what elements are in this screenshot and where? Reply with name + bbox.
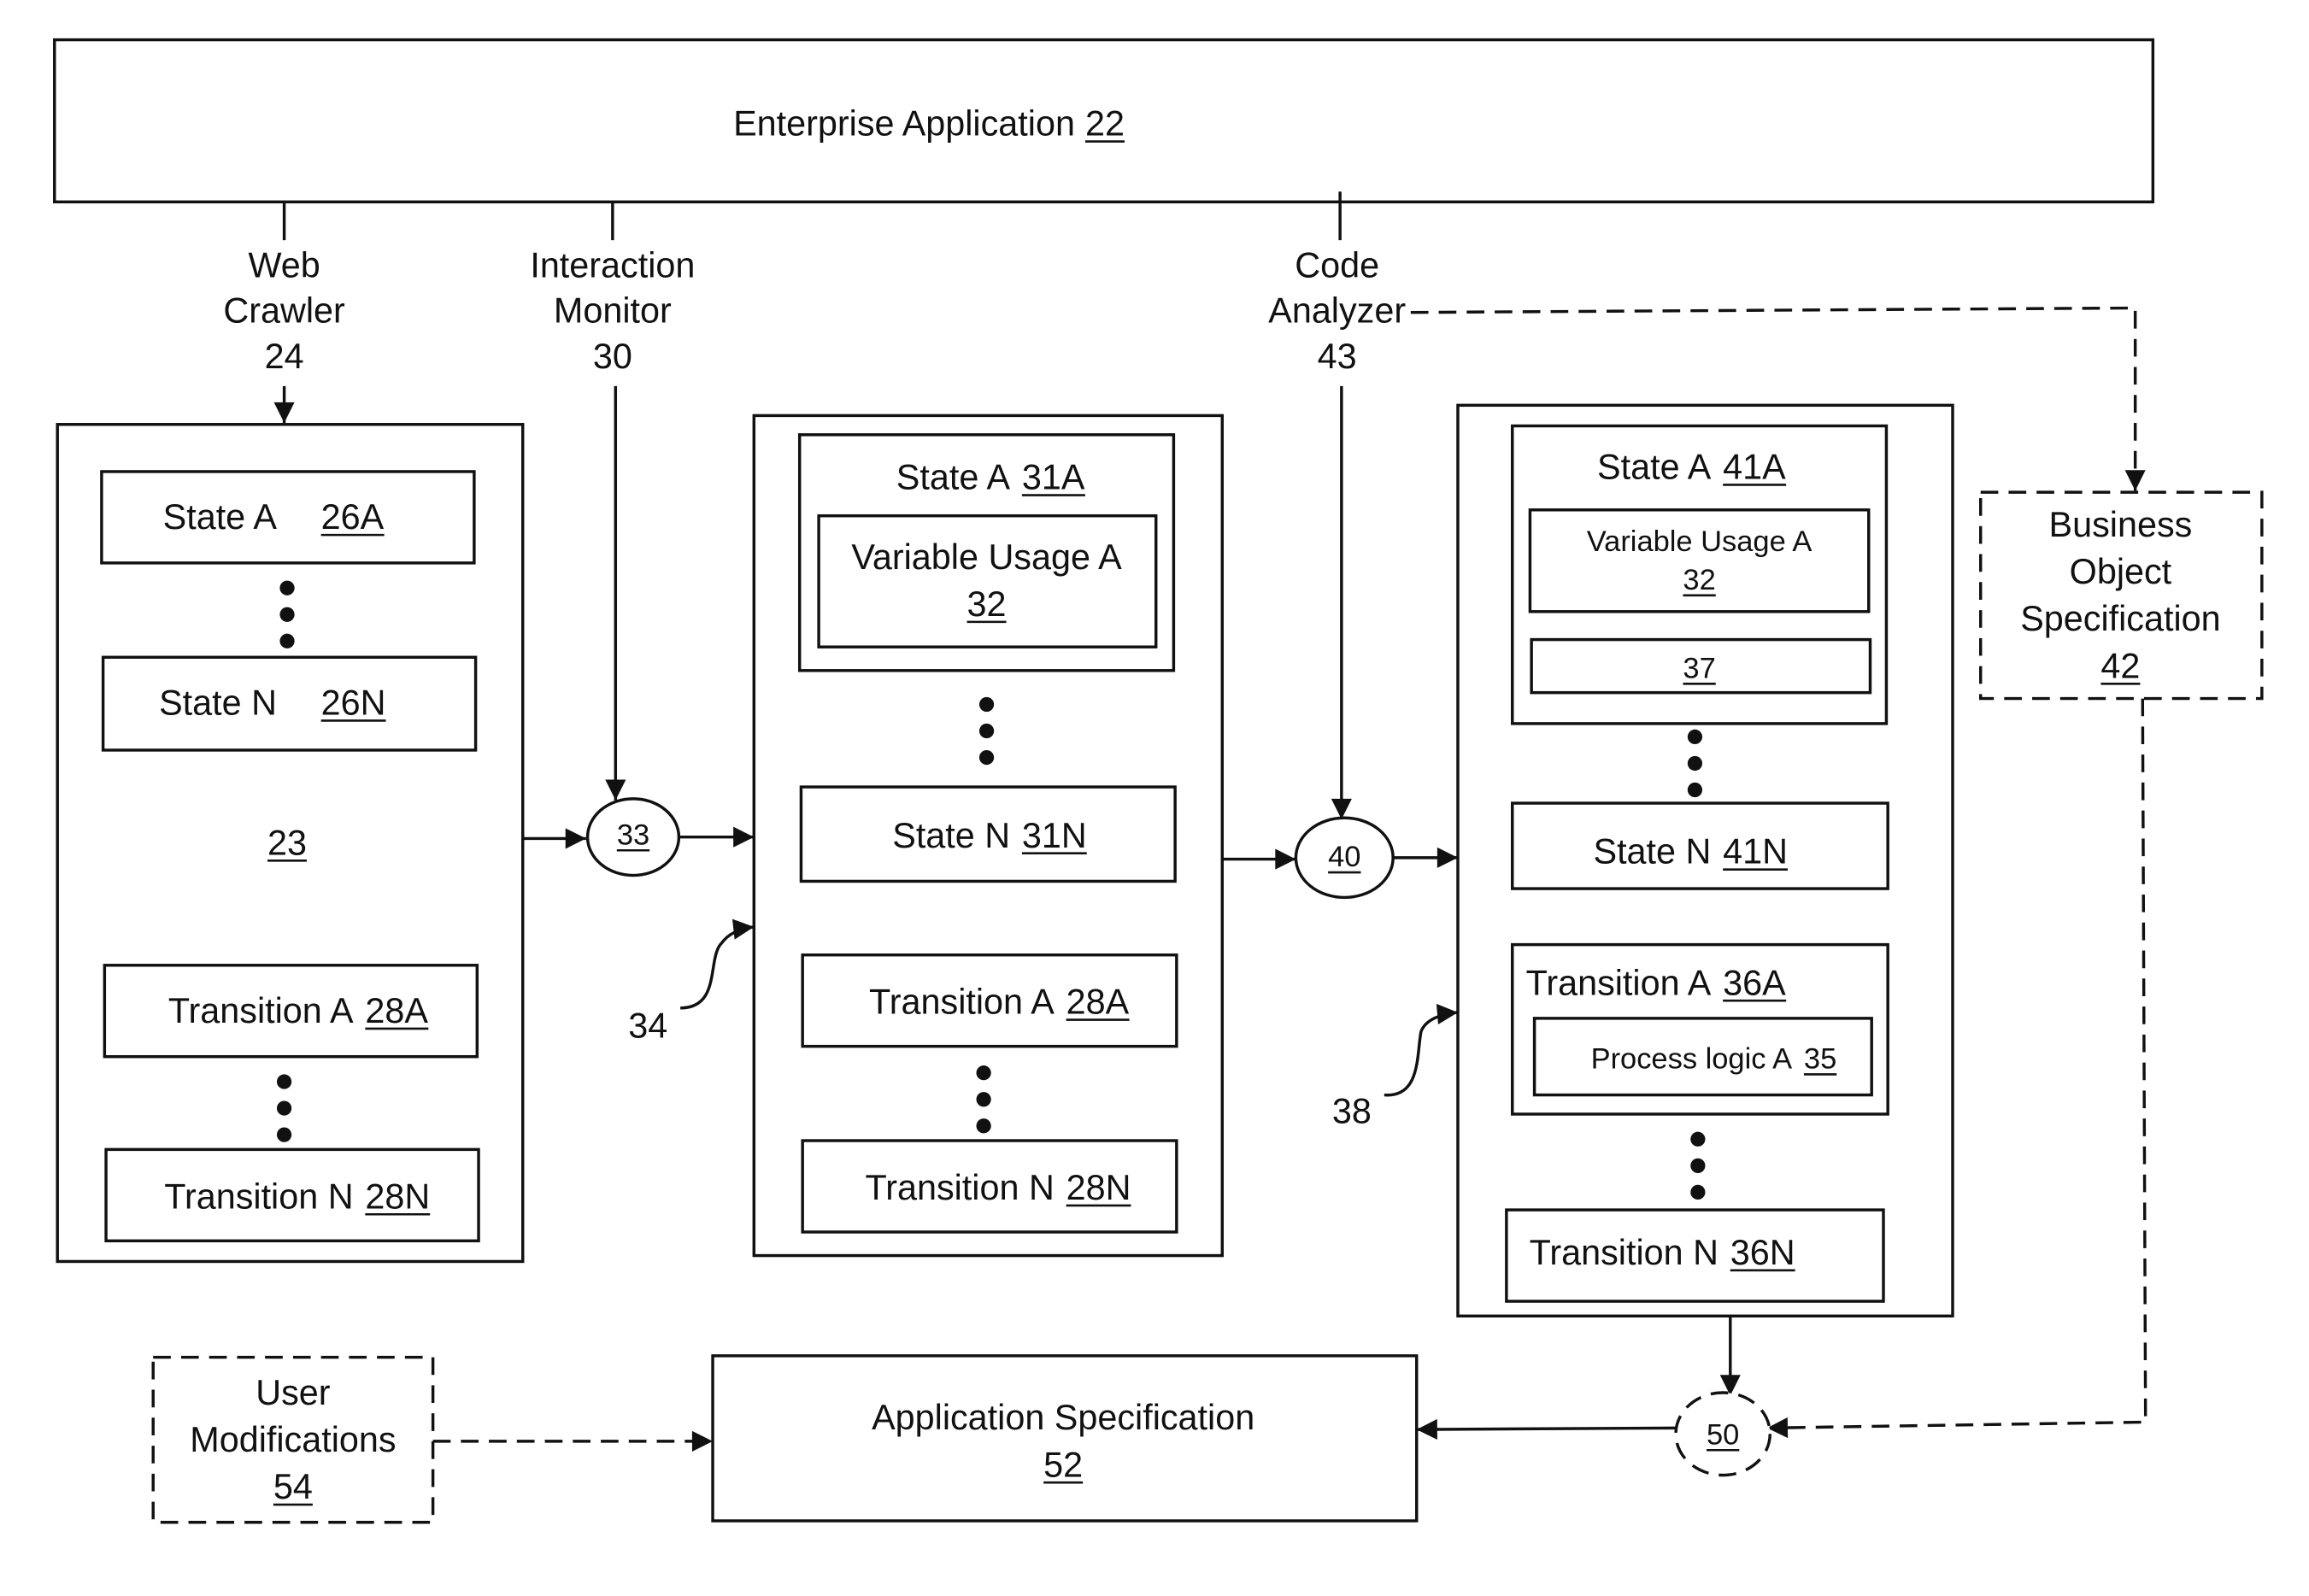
svg-text:35: 35 <box>1804 1042 1836 1075</box>
model-23-ref: 23 <box>267 823 307 862</box>
svg-text:Transition N: Transition N <box>866 1168 1055 1207</box>
enterprise-application-ref: 22 <box>1085 104 1125 144</box>
interaction-monitor-label: Interaction Monitor 30 <box>530 245 695 376</box>
callout-38 <box>1384 1003 1459 1097</box>
svg-text:Variable Usage A: Variable Usage A <box>1587 525 1813 558</box>
diagram: Enterprise Application 22 Web Crawler 24… <box>53 38 2264 1524</box>
svg-text:28N: 28N <box>365 1176 430 1216</box>
transition-n-36n: Transition N 36N <box>1505 1208 1885 1303</box>
svg-text:32: 32 <box>967 584 1007 624</box>
svg-text:Code: Code <box>1295 245 1379 285</box>
svg-text:Transition A: Transition A <box>168 991 354 1030</box>
svg-text:State N: State N <box>892 816 1010 855</box>
svg-text:Transition A: Transition A <box>1526 963 1712 1002</box>
svg-text:State A: State A <box>163 497 278 537</box>
svg-text:43: 43 <box>1318 337 1357 376</box>
model-38-box: State A 41A Variable Usage A 32 37 State… <box>1456 403 1954 1318</box>
svg-text:Application Specification: Application Specification <box>872 1398 1254 1437</box>
user-modifications-box: User Modifications 54 <box>151 1355 435 1524</box>
svg-text:26A: 26A <box>321 497 385 537</box>
state-n-41n: State N 41N <box>1511 801 1889 890</box>
svg-text:31N: 31N <box>1022 816 1087 855</box>
state-n-31n: State N 31N <box>799 785 1177 883</box>
web-crawler-label: Web Crawler 24 <box>223 245 345 376</box>
svg-text:41A: 41A <box>1723 448 1786 487</box>
svg-text:Transition A: Transition A <box>869 983 1055 1022</box>
application-specification-box: Application Specification 52 <box>711 1354 1419 1523</box>
state-n-26n: State N 26N <box>101 655 478 752</box>
business-object-specification-box: Business Object Specification 42 <box>1979 490 2264 701</box>
transition-n-28n: Transition N 28N <box>104 1147 480 1243</box>
svg-text:41N: 41N <box>1723 832 1788 871</box>
variable-usage-a-32-copy: Variable Usage A 32 <box>1528 508 1871 613</box>
svg-text:28A: 28A <box>1066 983 1130 1022</box>
svg-text:User: User <box>256 1373 331 1412</box>
svg-text:State A: State A <box>896 458 1011 497</box>
transition-a-36a: Transition A 36A Process logic A 35 <box>1511 942 1889 1116</box>
svg-text:28A: 28A <box>365 991 428 1030</box>
svg-text:40: 40 <box>1328 841 1360 873</box>
svg-text:State A: State A <box>1597 448 1712 487</box>
transition-a-28a: Transition A 28A <box>103 964 479 1059</box>
svg-text:36A: 36A <box>1723 963 1786 1002</box>
svg-text:37: 37 <box>1683 652 1715 684</box>
svg-text:Transition N: Transition N <box>164 1176 353 1216</box>
transition-a-28a-copy: Transition A 28A <box>801 953 1178 1048</box>
model-23-box: State A 26A State N 26N 23 Transition A … <box>56 423 525 1264</box>
sub-element-37: 37 <box>1530 637 1872 695</box>
process-logic-a-35: Process logic A 35 <box>1532 1017 1873 1097</box>
model-34-ref: 34 <box>628 1006 667 1045</box>
svg-text:Modifications: Modifications <box>190 1420 396 1459</box>
enterprise-application-box: Enterprise Application 22 <box>53 38 2155 204</box>
svg-text:33: 33 <box>617 819 649 851</box>
svg-text:52: 52 <box>1043 1445 1083 1484</box>
svg-text:Analyzer: Analyzer <box>1268 291 1406 331</box>
svg-text:30: 30 <box>593 337 632 376</box>
state-a-41a: State A 41A Variable Usage A 32 37 <box>1511 424 1889 725</box>
merge-node-40: 40 <box>1294 816 1395 900</box>
svg-text:50: 50 <box>1707 1418 1739 1451</box>
svg-text:36N: 36N <box>1730 1233 1795 1272</box>
svg-text:42: 42 <box>2100 646 2140 685</box>
svg-text:State N: State N <box>159 684 277 723</box>
svg-text:Process logic A: Process logic A <box>1591 1042 1793 1075</box>
svg-text:Specification: Specification <box>2020 599 2220 638</box>
model-34-box: State A 31A Variable Usage A 32 State N … <box>752 414 1224 1258</box>
svg-text:24: 24 <box>265 337 304 376</box>
svg-text:54: 54 <box>273 1467 313 1506</box>
svg-text:Monitor: Monitor <box>554 291 672 331</box>
arrow-50-to-application-spec <box>1416 1418 1677 1441</box>
transition-n-28n-copy: Transition N 28N <box>801 1139 1178 1234</box>
enterprise-application-label: Enterprise Application <box>733 104 1075 144</box>
svg-text:Variable Usage A: Variable Usage A <box>851 537 1122 577</box>
svg-text:32: 32 <box>1683 564 1715 596</box>
state-a-31a: State A 31A Variable Usage A 32 <box>797 433 1176 672</box>
svg-text:Business: Business <box>2049 505 2193 544</box>
svg-text:Transition N: Transition N <box>1530 1233 1719 1272</box>
callout-34 <box>680 918 755 1010</box>
merge-node-50: 50 <box>1674 1391 1772 1477</box>
svg-text:Crawler: Crawler <box>223 291 345 331</box>
svg-text:Object: Object <box>2070 552 2172 591</box>
svg-text:26N: 26N <box>321 684 386 723</box>
model-38-ref: 38 <box>1332 1091 1372 1130</box>
state-a-26a: State A 26A <box>100 470 476 565</box>
variable-usage-a-32: Variable Usage A 32 <box>817 513 1158 648</box>
svg-text:28N: 28N <box>1066 1168 1131 1207</box>
merge-node-33: 33 <box>585 797 681 877</box>
svg-text:State N: State N <box>1594 832 1712 871</box>
svg-text:Interaction: Interaction <box>530 245 695 285</box>
svg-text:Web: Web <box>248 245 320 285</box>
code-analyzer-label: Code Analyzer 43 <box>1268 245 1406 376</box>
svg-text:31A: 31A <box>1022 458 1085 497</box>
